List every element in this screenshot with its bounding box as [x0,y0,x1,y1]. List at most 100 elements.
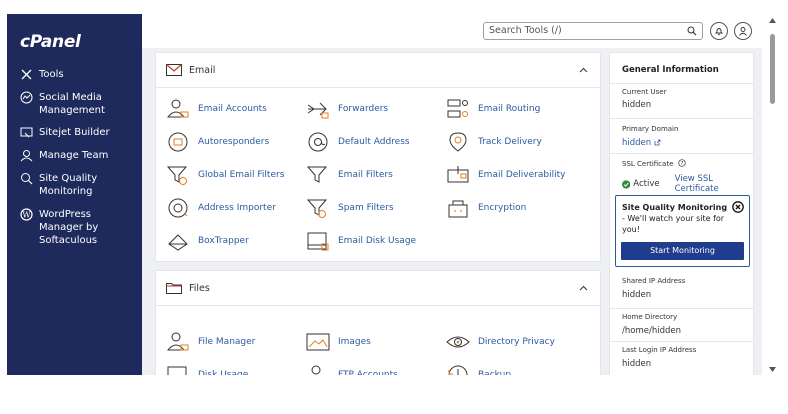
scroll-up-arrow-icon[interactable] [768,17,777,24]
sidebar-item-label: Tools [39,69,64,80]
home-directory-label: Home Directory [622,313,678,321]
email-panel-header[interactable]: Email [156,53,600,88]
main-content: Search Tools (/) Email Email Accounts For… [142,14,762,375]
tool-label: Email Deliverability [478,170,566,180]
files-panel: Files File Manager Images Directory Privac… [155,270,601,375]
track-delivery-tool[interactable]: Track Delivery [446,131,542,153]
file-manager-tool[interactable]: File Manager [166,331,255,353]
autoresponders-tool[interactable]: Autoresponders [166,131,269,153]
email-filters-tool[interactable]: Email Filters [306,164,393,186]
current-user-value: hidden [622,100,652,110]
backup-tool[interactable]: Backup [446,364,511,375]
sidebar-item-label: Site Quality Monitoring [39,173,98,197]
envelope-icon [166,64,182,76]
autoresponders-icon [166,131,190,153]
tool-label: Email Filters [338,170,393,180]
files-panel-title: Files [189,283,210,294]
user-button[interactable] [734,22,752,40]
general-information-panel: General Information Current User hidden … [609,52,754,375]
tool-label: Global Email Filters [198,170,285,180]
forwarders-icon [306,98,330,120]
cpanel-window: cPanel Tools Social Media Management Sit… [0,0,788,414]
team-icon [20,149,33,162]
sitejet-icon [20,126,33,139]
search-icon[interactable] [687,26,697,36]
address-importer-icon [166,197,190,219]
global-filters-icon [166,164,190,186]
images-tool[interactable]: Images [306,331,371,353]
tool-label: Spam Filters [338,203,394,213]
address-importer-tool[interactable]: Address Importer [166,197,276,219]
ssl-status: Active View SSL Certificate [622,174,753,194]
email-panel-title: Email [189,65,216,76]
primary-domain-link[interactable]: hidden [622,138,661,148]
sidebar-item-manage-team[interactable]: Manage Team [20,149,108,162]
svg-text:W: W [22,211,31,220]
current-user-row: Current User hidden [610,83,753,118]
sidebar-item-site-quality[interactable]: Site Quality Monitoring [20,172,97,198]
tool-label: FTP Accounts [338,370,398,375]
svg-text:?: ? [680,161,683,167]
promo-heading: Site Quality Monitoring - We'll watch yo… [622,202,732,235]
email-disk-usage-tool[interactable]: Email Disk Usage [306,230,416,252]
email-deliverability-tool[interactable]: Email Deliverability [446,164,565,186]
primary-domain-label: Primary Domain [622,125,679,133]
chevron-up-icon[interactable] [579,66,588,75]
disk-usage-tool[interactable]: Disk Usage [166,364,248,375]
global-filters-tool[interactable]: Global Email Filters [166,164,284,186]
files-panel-header[interactable]: Files [156,271,600,306]
notifications-button[interactable] [710,22,728,40]
boxtrapper-tool[interactable]: BoxTrapper [166,230,249,252]
email-deliverability-icon [446,164,470,186]
email-accounts-icon [166,98,190,120]
tool-label: Track Delivery [478,137,542,147]
sidebar-item-social-media[interactable]: Social Media Management [20,91,105,117]
cpanel-logo[interactable]: cPanel [20,32,81,52]
directory-privacy-icon [446,331,470,353]
close-icon[interactable] [732,201,744,213]
spam-filters-tool[interactable]: Spam Filters [306,197,394,219]
site-quality-promo: Site Quality Monitoring - We'll watch yo… [615,195,750,267]
sidebar-item-wordpress[interactable]: W WordPress Manager by Softaculous [20,208,98,247]
email-routing-tool[interactable]: Email Routing [446,98,540,120]
default-address-tool[interactable]: Default Address [306,131,410,153]
encryption-icon [446,197,470,219]
email-accounts-tool[interactable]: Email Accounts [166,98,267,120]
scrollbar-thumb[interactable] [770,34,775,104]
tool-label: Backup [478,370,511,375]
encryption-tool[interactable]: Encryption [446,197,526,219]
ssl-label-wrap: SSL Certificate ? [622,159,686,168]
tool-label: Default Address [338,137,410,147]
check-circle-icon [622,179,631,189]
sidebar-item-tools[interactable]: Tools [20,68,64,81]
start-monitoring-button[interactable]: Start Monitoring [621,242,744,260]
ssl-certificate-label: SSL Certificate [622,160,674,168]
images-icon [306,331,330,353]
sidebar-item-label: Sitejet Builder [39,127,110,138]
ftp-accounts-tool[interactable]: FTP FTP Accounts [306,364,398,375]
scroll-down-arrow-icon[interactable] [768,366,777,373]
home-directory-row: Home Directory /home/hidden [610,308,753,341]
promo-title: Site Quality Monitoring [622,203,728,212]
help-icon[interactable]: ? [677,159,686,167]
page-scrollbar[interactable] [762,14,788,375]
primary-domain-row: Primary Domain hidden [610,118,753,153]
default-address-icon [306,131,330,153]
tools-icon [20,68,33,81]
tool-label: Images [338,337,371,347]
tool-label: Encryption [478,203,527,213]
wordpress-icon: W [20,208,33,221]
tool-label: Email Routing [478,104,541,114]
shared-ip-label: Shared IP Address [622,277,686,285]
email-disk-usage-icon [306,230,330,252]
directory-privacy-tool[interactable]: Directory Privacy [446,331,555,353]
view-ssl-certificate-link[interactable]: View SSL Certificate [675,174,753,194]
shared-ip-row: Shared IP Address hidden [610,275,753,308]
user-icon [739,27,747,36]
sidebar-item-sitejet[interactable]: Sitejet Builder [20,126,110,139]
search-input[interactable]: Search Tools (/) [483,22,703,40]
forwarders-tool[interactable]: Forwarders [306,98,388,120]
ftp-accounts-icon: FTP [306,364,330,375]
promo-text: - We'll watch your site for you! [622,214,725,234]
chevron-up-icon[interactable] [579,284,588,293]
